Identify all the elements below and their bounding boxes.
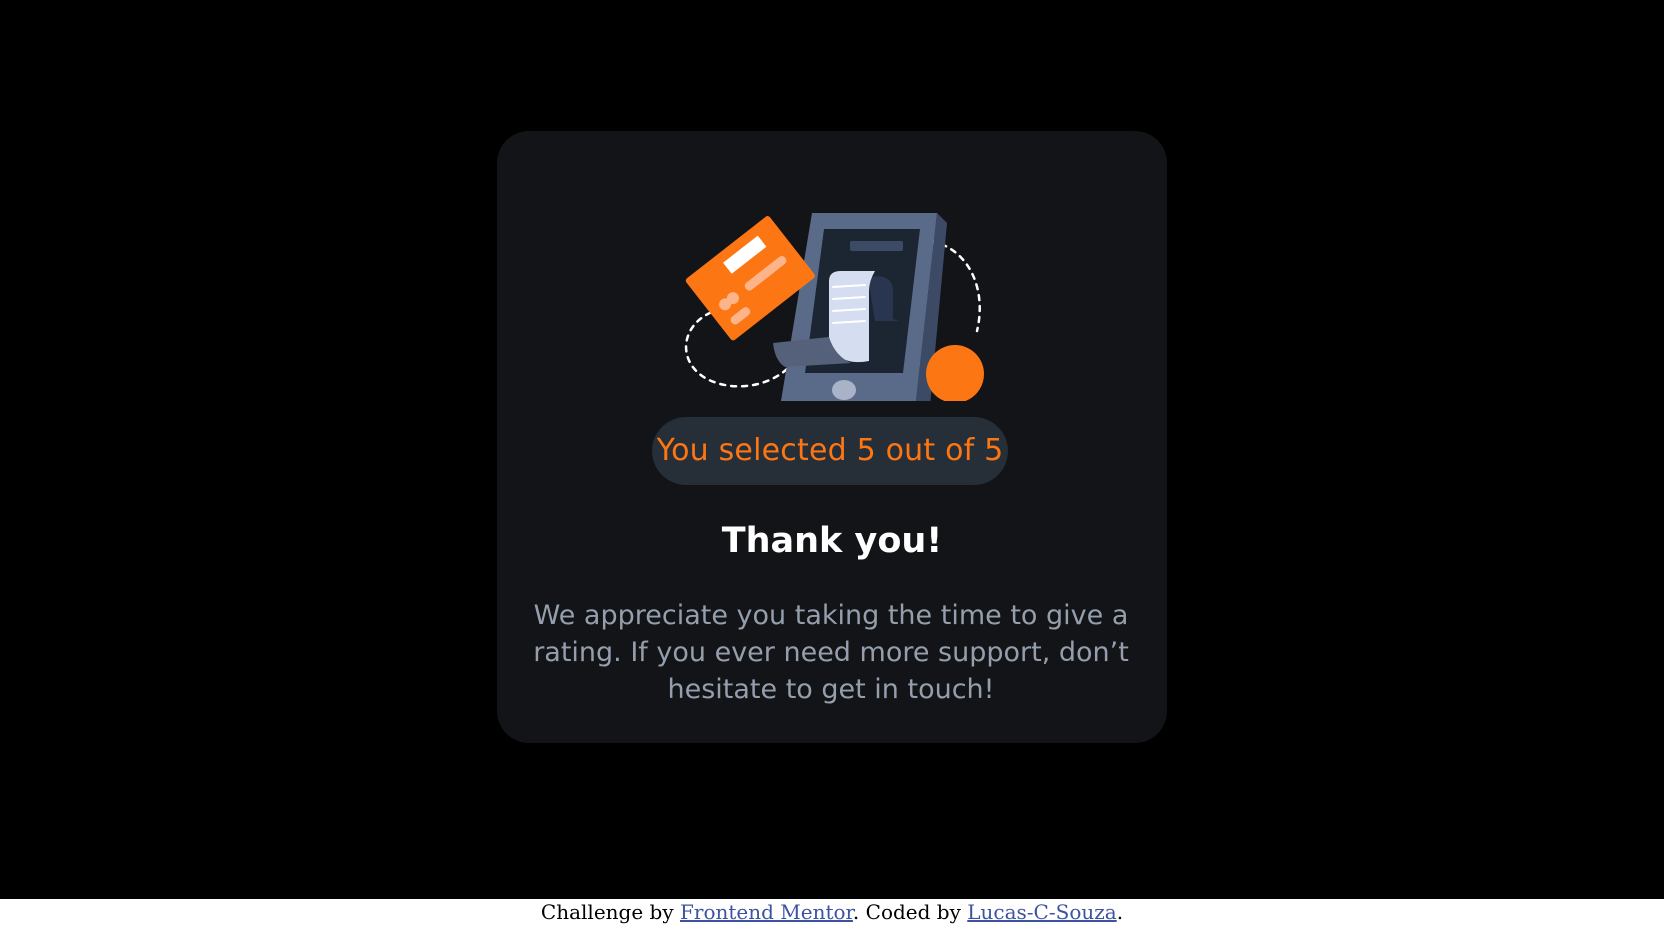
- thank-you-message: We appreciate you taking the time to giv…: [533, 600, 1129, 705]
- thank-you-title: Thank you!: [721, 521, 943, 561]
- phone-receipt-card-illustration-icon: [684, 213, 984, 401]
- attribution-footer: Challenge by Frontend Mentor. Coded by L…: [0, 899, 1664, 926]
- author-link[interactable]: Lucas-C-Souza: [967, 900, 1116, 924]
- attribution-suffix: .: [1116, 900, 1124, 924]
- rating-result-badge: You selected 5 out of 5: [652, 417, 1008, 485]
- attribution-middle: . Coded by: [852, 900, 968, 924]
- attribution-prefix: Challenge by: [540, 900, 680, 924]
- thank-you-card: You selected 5 out of 5 Thank you! We ap…: [497, 131, 1167, 743]
- frontend-mentor-link[interactable]: Frontend Mentor: [680, 900, 853, 924]
